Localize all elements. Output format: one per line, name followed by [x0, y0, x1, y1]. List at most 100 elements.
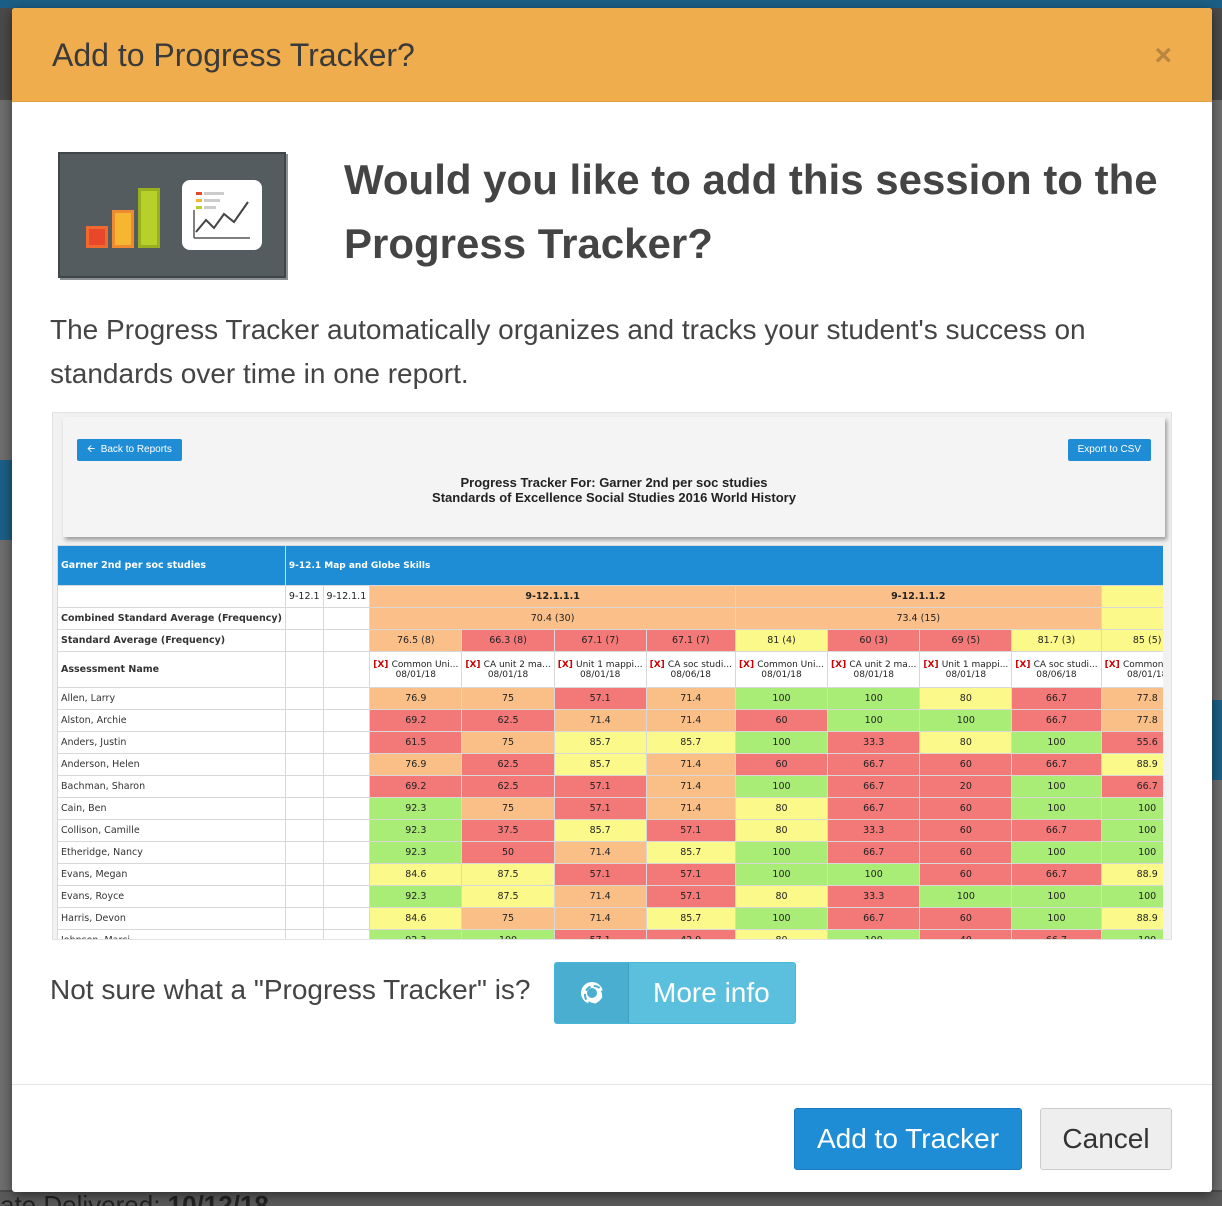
preview-score-cell: 66.7: [1011, 687, 1102, 710]
preview-score-cell: 71.4: [553, 885, 647, 908]
preview-score-cell: 60: [919, 907, 1013, 930]
add-to-tracker-button[interactable]: Add to Tracker: [794, 1108, 1022, 1170]
preview-score-cell: 100: [827, 863, 921, 886]
preview-score-cell: 100: [1011, 841, 1102, 864]
preview-score-cell: 100: [1100, 929, 1163, 939]
preview-score-cell: 85.7: [553, 753, 647, 776]
preview-empty-cell: [284, 709, 324, 732]
preview-assessment-name: [X] Common Uni...: [1105, 660, 1163, 670]
progress-tracker-illustration: [58, 152, 286, 278]
preview-assessment-2: [X] CA unit 2 ma... 08/01/18: [461, 651, 555, 688]
preview-score-cell: 66.7: [827, 797, 921, 820]
preview-score-cell: 88.9: [1100, 907, 1163, 930]
preview-score-cell: 88.9: [1100, 863, 1163, 886]
preview-score-cell: 80: [734, 929, 829, 939]
modal-title: Add to Progress Tracker?: [52, 37, 415, 73]
preview-score-cell: 84.6: [369, 863, 463, 886]
preview-standard-avg-8: 81.7 (3): [1011, 629, 1102, 652]
preview-empty-cell: [322, 885, 371, 908]
table-row: Anderson, Helen 76.9 62.5 85.7 71.4 60 66.7 60 6…: [57, 753, 1163, 776]
preview-data-table: Garner 2nd per soc studies 9-12.1 Map and…: [57, 545, 1163, 939]
background-right-strip: [1212, 100, 1222, 700]
preview-score-cell: 100: [1011, 775, 1102, 798]
preview-assessment-date: 08/01/18: [1126, 669, 1163, 680]
remove-assessment-icon: [X]: [1015, 659, 1034, 670]
preview-empty-cell: [284, 607, 324, 630]
preview-standard-avg-6: 60 (3): [827, 629, 921, 652]
preview-empty-cell: [322, 929, 371, 939]
preview-empty-cell: [284, 687, 324, 710]
preview-student-name: Etheridge, Nancy: [57, 841, 286, 864]
preview-assessment-date: 08/01/18: [761, 669, 802, 680]
preview-sub-col-2: 9-12.1.1: [322, 585, 371, 608]
not-sure-text: Not sure what a "Progress Tracker" is?: [50, 974, 531, 1005]
background-date-value: 10/12/18: [167, 1190, 269, 1206]
remove-assessment-icon: [X]: [465, 659, 484, 670]
preview-score-cell: 69.2: [369, 709, 463, 732]
close-icon[interactable]: ×: [1154, 38, 1172, 74]
preview-score-cell: 80: [919, 687, 1013, 710]
preview-score-cell: 85.7: [645, 907, 736, 930]
preview-score-cell: 71.4: [645, 709, 736, 732]
preview-score-cell: 62.5: [461, 753, 555, 776]
preview-combined-label: Combined Standard Average (Frequency): [57, 607, 286, 630]
preview-score-cell: 100: [1100, 797, 1163, 820]
preview-empty-cell: [284, 629, 324, 652]
table-row: Anders, Justin 61.5 75 85.7 85.7 100 33.3 80 100…: [57, 731, 1163, 754]
background-left-strip-lower: [0, 540, 12, 1190]
preview-score-cell: 60: [919, 753, 1013, 776]
preview-assessment-name: [X] Unit 1 mappi...: [923, 660, 1008, 670]
preview-assessment-1: [X] Common Uni... 08/01/18: [369, 651, 463, 688]
preview-assessment-title: Common Uni...: [1122, 659, 1163, 670]
more-info-button[interactable]: More info: [554, 962, 796, 1024]
preview-student-name: Collison, Camille: [57, 819, 286, 842]
preview-back-label: Back to Reports: [100, 444, 172, 455]
preview-assessment-4: [X] CA soc studi... 08/06/18: [645, 651, 736, 688]
preview-score-cell: 80: [734, 819, 829, 842]
preview-score-cell: 60: [734, 709, 829, 732]
preview-assessment-row: Assessment Name [X] Common Uni... 08/01/18…: [57, 651, 1163, 688]
table-row: Harris, Devon 84.6 75 71.4 85.7 100 66.7 60 100 8…: [57, 907, 1163, 930]
remove-assessment-icon: [X]: [923, 659, 942, 670]
table-row: Evans, Megan 84.6 87.5 57.1 57.1 100 100 60 66.7…: [57, 863, 1163, 886]
preview-empty-cell: [284, 797, 324, 820]
preview-score-cell: 71.4: [645, 687, 736, 710]
preview-class-name: Garner 2nd per soc studies: [57, 545, 286, 586]
preview-score-cell: 85.7: [645, 841, 736, 864]
preview-score-cell: 92.3: [369, 885, 463, 908]
preview-score-cell: 92.3: [369, 797, 463, 820]
preview-assessment-title: CA unit 2 ma...: [483, 659, 551, 670]
preview-standard-avg-row: Standard Average (Frequency) 76.5 (8) 66.3…: [57, 629, 1163, 652]
background-left-strip-blue: [0, 460, 12, 540]
preview-score-cell: 100: [1011, 885, 1102, 908]
bar-chart-icon-bar-3: [138, 188, 160, 248]
preview-score-cell: 77.8: [1100, 709, 1163, 732]
preview-score-cell: 42.9: [645, 929, 736, 939]
preview-empty-cell: [284, 885, 324, 908]
preview-score-cell: 71.4: [553, 709, 647, 732]
preview-assessment-date: 08/01/18: [853, 669, 894, 680]
preview-score-cell: 75: [461, 907, 555, 930]
preview-assessment-name: [X] CA soc studi...: [650, 660, 732, 670]
preview-score-cell: 87.5: [461, 863, 555, 886]
background-date-delivered: ate Delivered: 10/12/18: [0, 1190, 600, 1206]
preview-report-header: 🡨 Back to Reports Export to CSV Progress…: [63, 417, 1165, 537]
preview-score-cell: 50: [461, 841, 555, 864]
preview-student-name: Harris, Devon: [57, 907, 286, 930]
preview-score-cell: 100: [1011, 731, 1102, 754]
cancel-button[interactable]: Cancel: [1040, 1108, 1172, 1170]
background-date-label: ate Delivered:: [0, 1190, 168, 1206]
preview-score-cell: 100: [734, 907, 829, 930]
preview-score-cell: 100: [1100, 819, 1163, 842]
preview-empty-cell: [284, 863, 324, 886]
preview-score-cell: 57.1: [553, 687, 647, 710]
modal-question: Would you like to add this session to th…: [344, 156, 1158, 267]
preview-score-cell: 71.4: [645, 753, 736, 776]
preview-score-cell: 57.1: [645, 819, 736, 842]
preview-assessment-title: CA soc studi...: [667, 659, 732, 670]
preview-combined-group-2: 73.4 (15): [734, 607, 1102, 630]
preview-assessment-title: Common Uni...: [391, 659, 459, 670]
preview-score-cell: 100: [734, 841, 829, 864]
preview-score-cell: 88.9: [1100, 753, 1163, 776]
preview-score-cell: 33.3: [827, 885, 921, 908]
